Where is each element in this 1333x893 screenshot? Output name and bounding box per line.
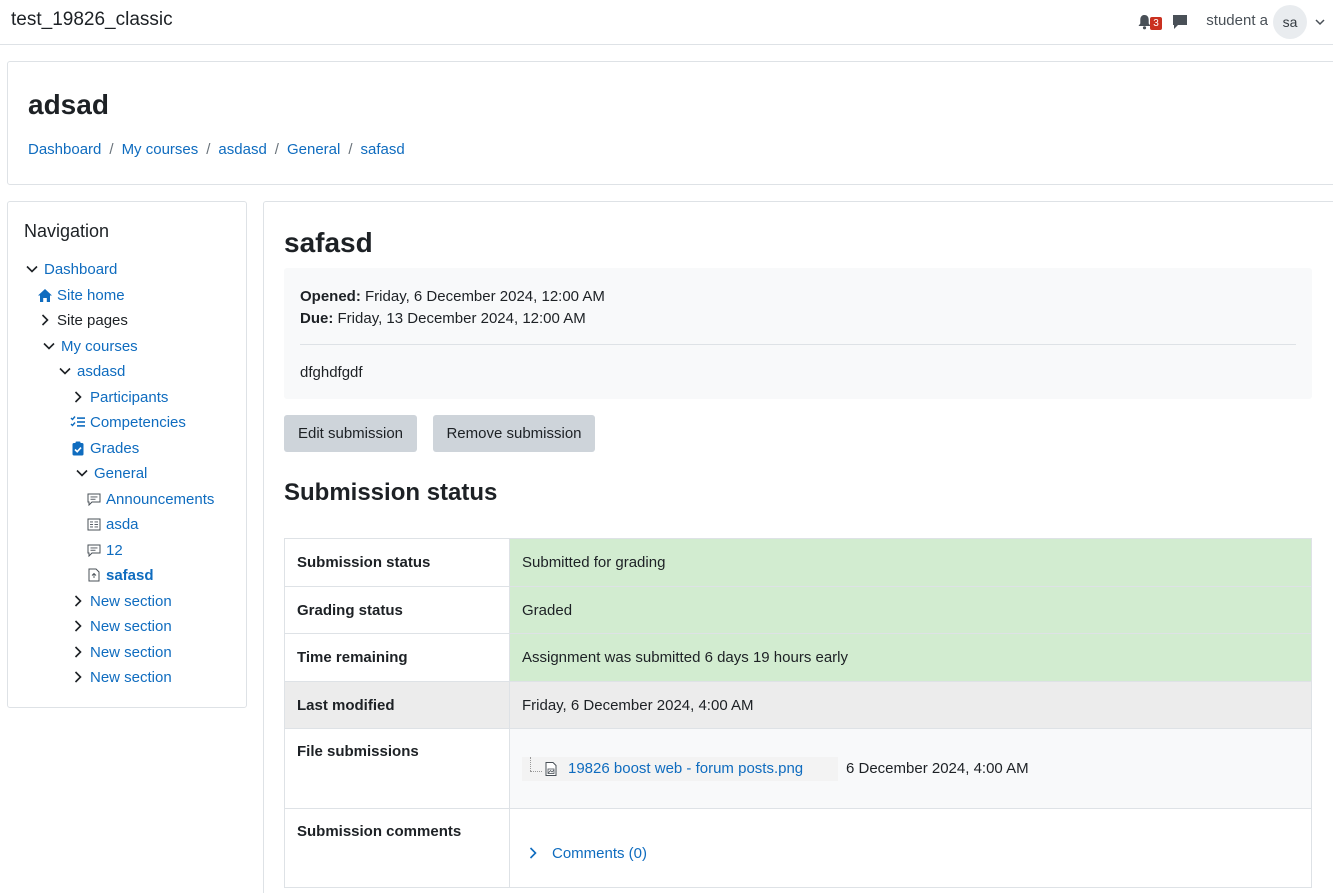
checklist-icon [70, 414, 86, 430]
table-row: File submissions 19826 boost web - forum… [284, 728, 1312, 809]
home-icon [37, 287, 53, 303]
nav-item-new-section-3[interactable]: New section [70, 641, 172, 663]
file-date: 6 December 2024, 4:00 AM [846, 760, 1029, 777]
due-value: Friday, 13 December 2024, 12:00 AM [337, 310, 586, 327]
nav-item-site-home[interactable]: Site home [37, 284, 125, 306]
nav-item-new-section-4[interactable]: New section [70, 666, 172, 688]
comments-link: Comments (0) [552, 844, 648, 862]
nav-item-announcements[interactable]: Announcements [86, 488, 214, 510]
time-remaining-label: Time remaining [284, 633, 510, 682]
table-row: Time remaining Assignment was submitted … [284, 633, 1312, 682]
comments-toggle[interactable]: Comments (0) [522, 845, 1299, 862]
notifications-button[interactable]: 3 [1137, 11, 1162, 33]
breadcrumb-activity[interactable]: safasd [361, 141, 405, 158]
navigation-block-title: Navigation [24, 221, 110, 241]
table-row: Last modified Friday, 6 December 2024, 4… [284, 681, 1312, 729]
messages-icon[interactable] [1171, 13, 1189, 31]
breadcrumb-separator: / [274, 141, 279, 158]
nav-item-new-section-1[interactable]: New section [70, 590, 172, 612]
file-link[interactable]: 19826 boost web - forum posts.png [568, 760, 803, 777]
tree-connector [522, 756, 544, 781]
forum-icon [86, 542, 102, 558]
activity-title: safasd [284, 227, 373, 258]
last-modified-label: Last modified [284, 681, 510, 729]
nav-item-course-asdasd[interactable]: asdasd [57, 360, 125, 382]
nav-item-site-pages[interactable]: Site pages [37, 309, 128, 331]
table-row: Submission status Submitted for grading [284, 538, 1312, 587]
submission-status-table: Submission status Submitted for grading … [284, 538, 1312, 888]
breadcrumb: Dashboard / My courses / asdasd / Genera… [28, 141, 405, 158]
activity-description: dfghdfgdf [300, 364, 363, 381]
nav-item-new-section-2[interactable]: New section [70, 615, 172, 637]
file-submissions-label: File submissions [284, 728, 510, 809]
chevron-right-icon [70, 644, 86, 660]
nav-item-general[interactable]: General [74, 462, 147, 484]
clipboard-check-icon [70, 440, 86, 456]
activity-dates: Opened: Friday, 6 December 2024, 12:00 A… [284, 268, 1312, 399]
breadcrumb-dashboard[interactable]: Dashboard [28, 141, 101, 158]
nav-item-dashboard[interactable]: Dashboard [24, 258, 117, 280]
username[interactable]: student a [1206, 12, 1268, 29]
page-title: adsad [28, 89, 109, 120]
forum-icon [86, 491, 102, 507]
nav-item-safasd[interactable]: safasd [86, 564, 154, 586]
submission-status-heading: Submission status [284, 479, 498, 506]
navigation-block: Navigation Dashboard Site home Site page… [7, 201, 247, 708]
breadcrumb-section[interactable]: General [287, 141, 340, 158]
assignment-icon [86, 567, 102, 583]
avatar[interactable]: sa [1273, 5, 1307, 39]
image-file-icon [545, 761, 557, 776]
chevron-down-icon [57, 363, 73, 379]
table-row: Submission comments Comments (0) [284, 808, 1312, 888]
site-name[interactable]: test_19826_classic [11, 9, 173, 31]
chevron-right-icon [70, 389, 86, 405]
navbar-user-area: 3 student a sa [1137, 0, 1333, 44]
page-header: adsad Dashboard / My courses / asdasd / … [7, 61, 1333, 185]
opened-label: Opened: [300, 288, 361, 305]
chevron-right-icon [529, 847, 537, 859]
edit-submission-button[interactable]: Edit submission [284, 415, 417, 452]
due-date: Due: Friday, 13 December 2024, 12:00 AM [300, 310, 586, 327]
top-navbar: test_19826_classic 3 student a sa [0, 0, 1333, 45]
opened-value: Friday, 6 December 2024, 12:00 AM [365, 288, 605, 305]
chevron-right-icon [70, 669, 86, 685]
chevron-right-icon [70, 593, 86, 609]
grading-status-value: Graded [509, 586, 1312, 634]
nav-item-my-courses[interactable]: My courses [41, 335, 138, 357]
grading-status-label: Grading status [284, 586, 510, 634]
main-content: safasd Opened: Friday, 6 December 2024, … [263, 201, 1333, 893]
chevron-down-icon [41, 338, 57, 354]
opened-date: Opened: Friday, 6 December 2024, 12:00 A… [300, 288, 605, 305]
due-label: Due: [300, 310, 334, 327]
nav-item-participants[interactable]: Participants [70, 386, 168, 408]
divider [300, 344, 1296, 345]
file-item: 19826 boost web - forum posts.png [522, 756, 838, 781]
chevron-down-icon[interactable] [1314, 16, 1326, 28]
breadcrumb-separator: / [109, 141, 114, 158]
last-modified-value: Friday, 6 December 2024, 4:00 AM [509, 681, 1312, 729]
nav-item-asda[interactable]: asda [86, 513, 139, 535]
time-remaining-value: Assignment was submitted 6 days 19 hours… [509, 633, 1312, 682]
nav-item-12[interactable]: 12 [86, 539, 123, 561]
remove-submission-button[interactable]: Remove submission [433, 415, 595, 452]
breadcrumb-my-courses[interactable]: My courses [122, 141, 199, 158]
chevron-right-icon [37, 312, 53, 328]
chevron-down-icon [74, 465, 90, 481]
submission-status-label: Submission status [284, 538, 510, 587]
breadcrumb-separator: / [206, 141, 211, 158]
nav-item-competencies[interactable]: Competencies [70, 411, 186, 433]
glossary-icon [86, 516, 102, 532]
submission-status-value: Submitted for grading [509, 538, 1312, 587]
breadcrumb-course[interactable]: asdasd [218, 141, 266, 158]
table-row: Grading status Graded [284, 586, 1312, 634]
breadcrumb-separator: / [348, 141, 353, 158]
submission-comments-label: Submission comments [284, 808, 510, 888]
nav-item-grades[interactable]: Grades [70, 437, 139, 459]
chevron-down-icon [24, 261, 40, 277]
submission-comments-value: Comments (0) [509, 808, 1312, 888]
chevron-right-icon [70, 618, 86, 634]
notification-count-badge: 3 [1150, 17, 1162, 30]
file-submissions-value: 19826 boost web - forum posts.png 6 Dece… [509, 728, 1312, 809]
